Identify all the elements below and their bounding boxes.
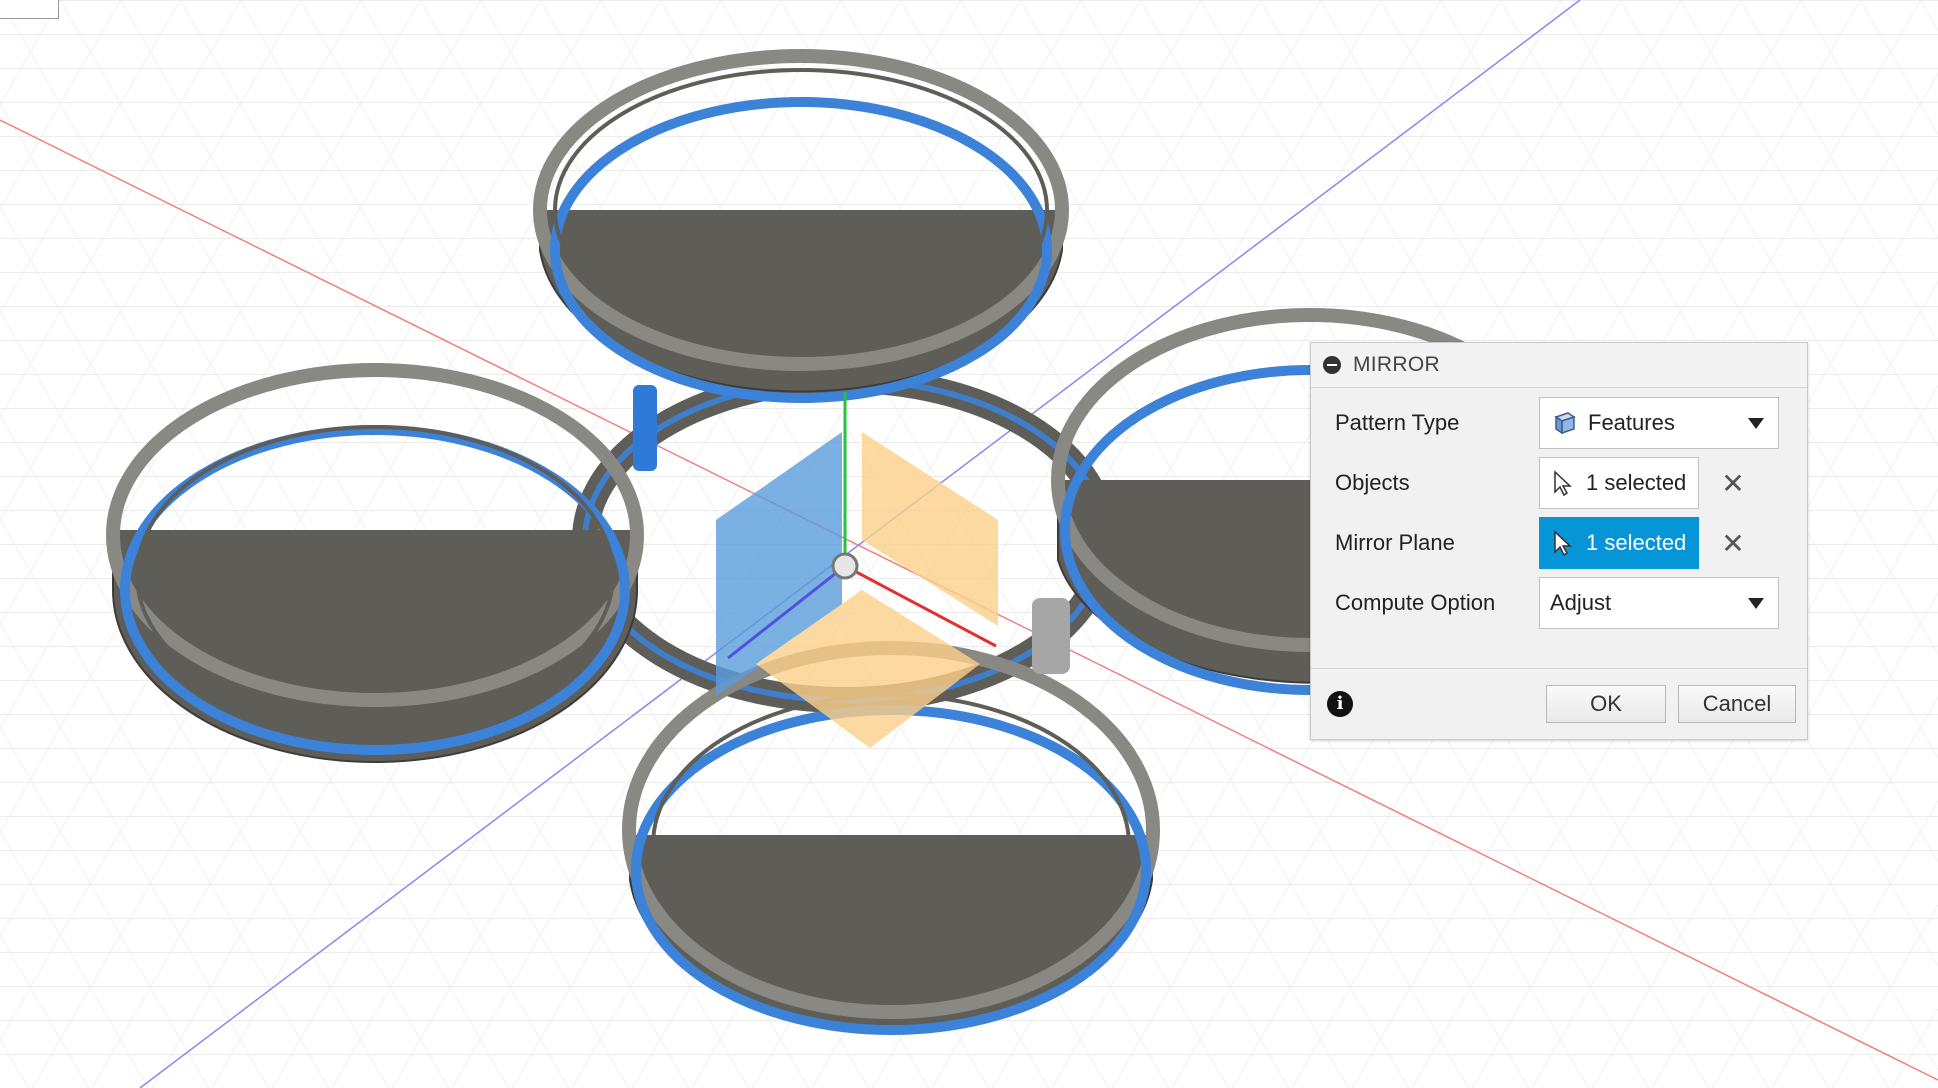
pattern-type-value: Features [1588,410,1675,435]
dialog-footer: i OK Cancel [1311,668,1807,739]
pattern-type-label: Pattern Type [1335,410,1460,435]
cursor-arrow-icon [1552,530,1574,557]
compute-option-label: Compute Option [1335,590,1496,615]
mirror-plane-value: 1 selected [1586,530,1687,555]
post-blue [633,385,657,471]
compute-option-dropdown[interactable]: Adjust [1539,577,1779,629]
dialog-title: MIRROR [1353,353,1440,376]
post-gray [1032,598,1070,674]
clear-objects-icon[interactable]: ✕ [1717,467,1749,500]
compute-option-value: Adjust [1550,590,1612,615]
mirror-plane-label: Mirror Plane [1335,530,1455,555]
dialog-header[interactable]: MIRROR [1311,343,1807,388]
ok-button[interactable]: OK [1546,685,1666,723]
objects-selection-box[interactable]: 1 selected [1539,457,1699,509]
objects-row: Objects 1 selected ✕ [1335,457,1749,509]
clear-mirror-plane-icon[interactable]: ✕ [1717,527,1749,560]
compute-option-row: Compute Option Adjust [1335,577,1779,629]
origin-point [831,552,859,580]
pattern-type-row: Pattern Type Features [1335,397,1779,449]
cancel-button[interactable]: Cancel [1678,685,1796,723]
objects-label: Objects [1335,470,1410,495]
cursor-arrow-icon [1552,470,1574,497]
view-cube-corner[interactable] [0,0,59,19]
objects-value: 1 selected [1586,470,1687,495]
info-icon[interactable]: i [1327,691,1353,717]
chevron-down-icon [1748,418,1764,429]
prop-guard-top [533,49,1069,403]
collapse-icon[interactable] [1323,356,1341,374]
mirror-plane-selection-box[interactable]: 1 selected [1539,517,1699,569]
mirror-plane-row: Mirror Plane 1 selected ✕ [1335,517,1749,569]
pattern-type-dropdown[interactable]: Features [1539,397,1779,449]
chevron-down-icon [1748,598,1764,609]
mirror-dialog: MIRROR Pattern Type Features Objects 1 s… [1310,342,1808,740]
features-icon [1550,409,1578,437]
